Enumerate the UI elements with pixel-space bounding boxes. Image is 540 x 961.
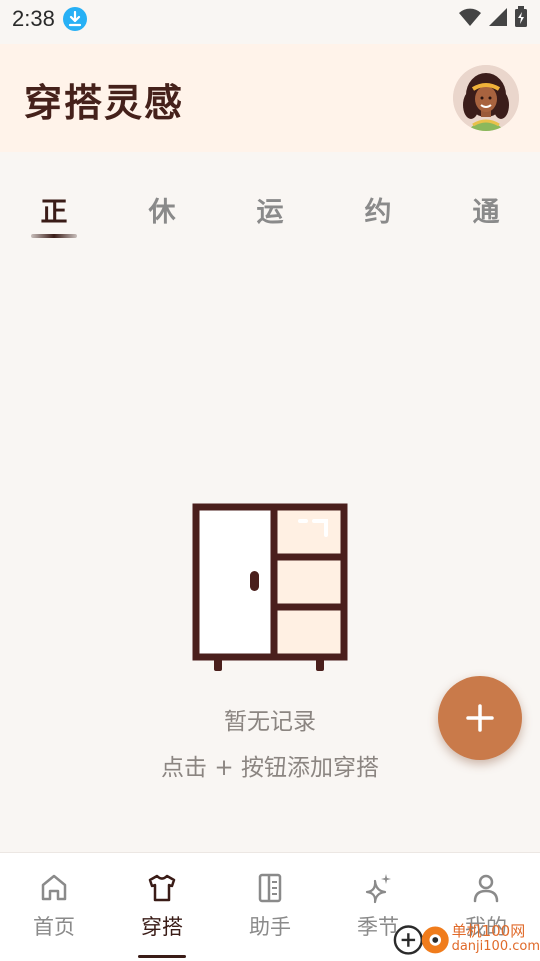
book-icon (258, 873, 282, 903)
status-right (458, 6, 528, 32)
wardrobe-icon (190, 503, 350, 679)
shirt-icon (148, 874, 176, 902)
nav-item-home[interactable]: 首页 (0, 871, 108, 951)
status-left: 2:38 (12, 6, 87, 32)
nav-item-assistant[interactable]: 助手 (216, 871, 324, 951)
page-title: 穿搭灵感 (24, 81, 185, 125)
tab-3[interactable]: 约 (348, 190, 408, 229)
add-outfit-button[interactable] (438, 676, 522, 760)
person-icon (473, 874, 499, 903)
nav-label-assistant: 助手 (249, 915, 291, 939)
tab-1[interactable]: 休 (132, 190, 192, 229)
sparkle-icon (365, 874, 391, 904)
home-icon (41, 874, 67, 901)
battery-icon (514, 6, 528, 32)
wifi-icon (458, 7, 482, 31)
avatar[interactable] (453, 65, 519, 131)
nav-active-indicator (138, 955, 186, 958)
signal-icon (488, 7, 508, 31)
watermark-logo-icon (393, 925, 449, 955)
category-tabs: 正 休 运 约 通 (0, 190, 540, 240)
plus-icon (466, 704, 494, 732)
app-header: 穿搭灵感 (0, 44, 540, 152)
tab-4[interactable]: 通 (456, 190, 516, 229)
tab-indicator (31, 234, 77, 238)
watermark-text: 单机100网 danji100.com (451, 922, 540, 955)
nav-label-outfits: 穿搭 (141, 915, 183, 939)
nav-item-outfits[interactable]: 穿搭 (108, 871, 216, 958)
tab-2[interactable]: 运 (240, 190, 300, 229)
watermark-line2: danji100.com (451, 939, 540, 954)
nav-label-home: 首页 (33, 915, 75, 939)
download-icon (62, 7, 87, 31)
avatar-illustration (453, 65, 519, 131)
tab-0[interactable]: 正 (24, 190, 84, 229)
watermark: 单机100网 danji100.com (392, 918, 540, 960)
watermark-line1: 单机100网 (451, 922, 526, 940)
status-time: 2:38 (12, 6, 55, 31)
status-bar: 2:38 (0, 0, 540, 38)
